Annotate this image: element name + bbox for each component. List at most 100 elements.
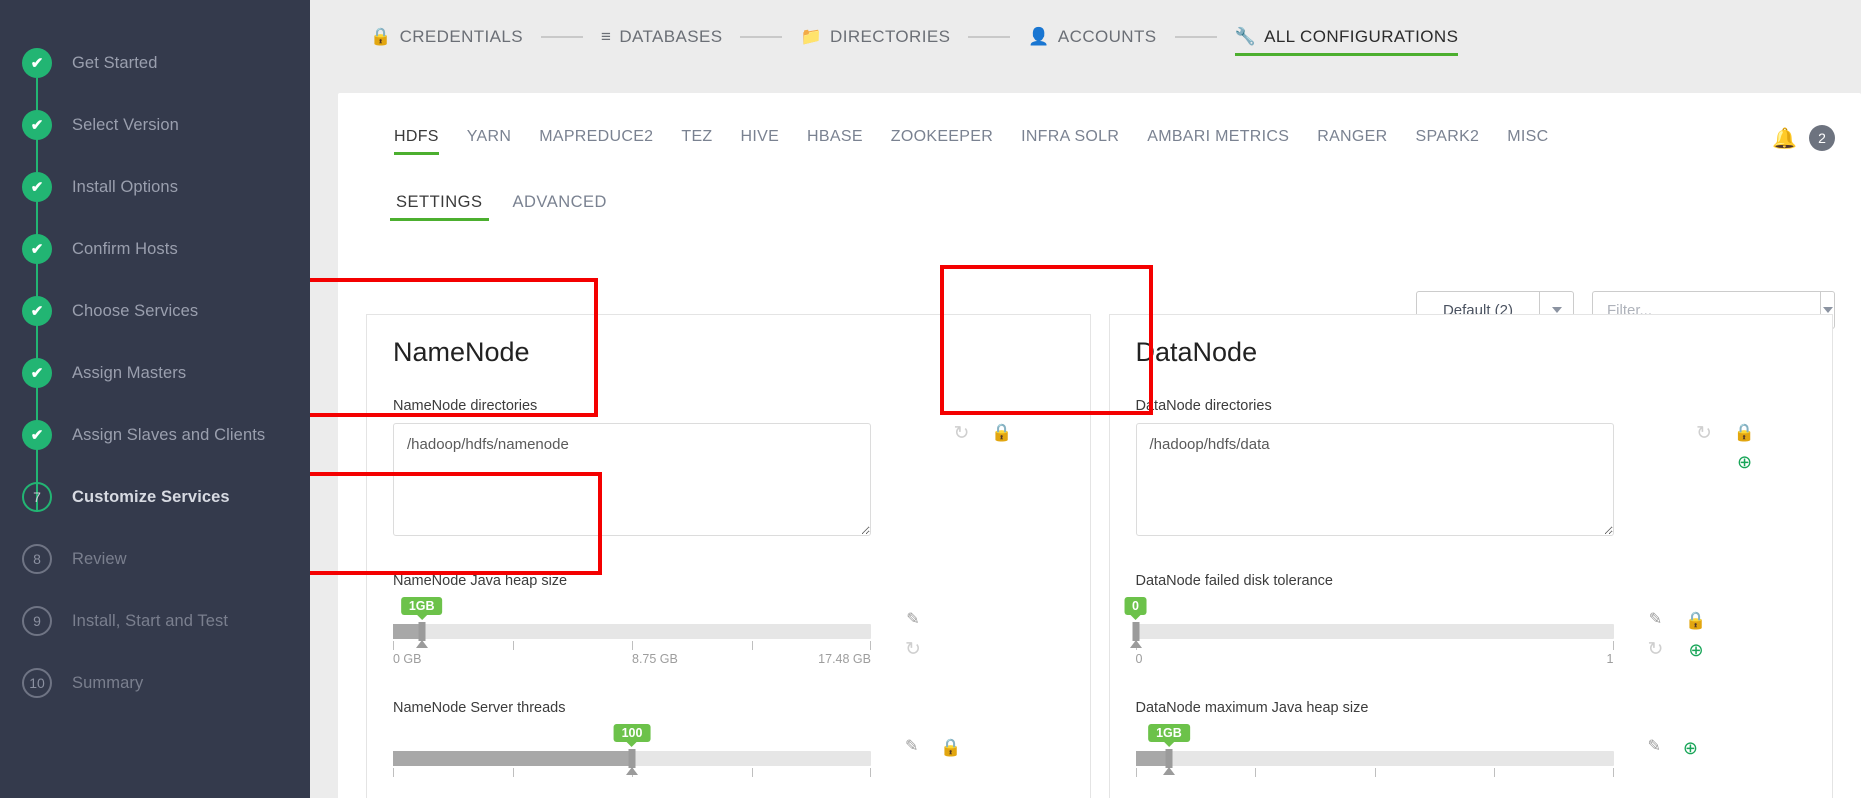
pencil-icon[interactable]: ✎ bbox=[905, 739, 918, 755]
slider-fill bbox=[393, 751, 632, 766]
wizard-step-install-options[interactable]: ✔ Install Options bbox=[0, 156, 310, 264]
service-tab-hdfs[interactable]: HDFS bbox=[394, 128, 439, 155]
slider-handle-arrow bbox=[1129, 640, 1142, 648]
check-icon: ✔ bbox=[22, 234, 52, 264]
breadcrumb-credentials[interactable]: 🔒 CREDENTIALS bbox=[370, 27, 523, 53]
config-field-label: DataNode directories bbox=[1135, 398, 1272, 414]
slider-control[interactable]: 100 bbox=[393, 724, 871, 777]
slider-tick bbox=[1374, 768, 1376, 777]
breadcrumb-directories[interactable]: 📁 DIRECTORIES bbox=[800, 27, 950, 53]
wizard-step-confirm-hosts[interactable]: ✔ Confirm Hosts bbox=[0, 218, 310, 326]
lock-blue-icon[interactable]: 🔒 bbox=[1685, 612, 1706, 629]
service-tab-hbase[interactable]: HBASE bbox=[807, 128, 863, 155]
plus-green-icon[interactable]: ⊕ bbox=[1737, 453, 1752, 471]
wizard-step-label: Review bbox=[72, 549, 127, 568]
config-field-label: NameNode Java heap size bbox=[393, 573, 568, 589]
pencil-icon[interactable]: ✎ bbox=[1648, 739, 1661, 755]
slider-track[interactable] bbox=[1135, 749, 1614, 777]
wizard-step-install-start-and-test[interactable]: 9 Install, Start and Test bbox=[0, 590, 310, 652]
slider-scale-label: 1 bbox=[1606, 652, 1614, 666]
step-number-badge: 9 bbox=[22, 606, 52, 636]
slider-tick bbox=[512, 768, 514, 777]
check-icon: ✔ bbox=[30, 116, 44, 134]
slider-control[interactable]: 1GB bbox=[1135, 724, 1614, 777]
slider-handle[interactable] bbox=[418, 622, 426, 641]
slider-tick bbox=[751, 641, 753, 650]
step-number-badge: 7 bbox=[22, 482, 52, 512]
directories-textarea[interactable] bbox=[393, 423, 871, 536]
wizard-step-label: Assign Slaves and Clients bbox=[72, 425, 266, 444]
wizard-step-label: Customize Services bbox=[72, 487, 230, 506]
pencil-icon[interactable]: ✎ bbox=[1649, 612, 1662, 628]
wizard-step-select-version[interactable]: ✔ Select Version bbox=[0, 94, 310, 202]
user-icon: 👤 bbox=[1028, 27, 1050, 46]
wizard-step-get-started[interactable]: ✔ Get Started bbox=[0, 32, 310, 140]
slider-control[interactable]: 001 bbox=[1124, 597, 1614, 668]
slider-handle[interactable] bbox=[1132, 622, 1139, 641]
icon-column: ✎ bbox=[1648, 739, 1661, 755]
lock-grey-icon[interactable]: 🔒 bbox=[940, 739, 961, 756]
directories-textarea[interactable] bbox=[1135, 423, 1614, 536]
service-tab-mapreduce2[interactable]: MAPREDUCE2 bbox=[539, 128, 653, 155]
slider-scale: 01 bbox=[1136, 652, 1614, 668]
wizard-step-label: Choose Services bbox=[72, 301, 199, 320]
wizard-step-summary[interactable]: 10 Summary bbox=[0, 652, 310, 714]
slider-handle[interactable] bbox=[628, 749, 636, 768]
pencil-icon[interactable]: ✎ bbox=[906, 612, 919, 628]
service-tab-hive[interactable]: HIVE bbox=[741, 128, 780, 155]
revert-icon[interactable]: ↻ bbox=[1696, 424, 1712, 443]
wizard-step-customize-services[interactable]: 7 Customize Services bbox=[0, 466, 310, 528]
service-tab-zookeeper[interactable]: ZOOKEEPER bbox=[891, 128, 993, 155]
wizard-step-assign-masters[interactable]: ✔ Assign Masters bbox=[0, 342, 310, 450]
slider-track[interactable] bbox=[393, 749, 871, 777]
breadcrumb-accounts[interactable]: 👤 ACCOUNTS bbox=[1028, 27, 1156, 53]
check-icon: ✔ bbox=[22, 296, 52, 326]
check-icon: ✔ bbox=[30, 54, 44, 72]
slider-track[interactable] bbox=[393, 622, 871, 650]
lock-blue-icon[interactable]: 🔒 bbox=[991, 424, 1012, 441]
tab-advanced[interactable]: ADVANCED bbox=[507, 193, 613, 221]
breadcrumb-label: DATABASES bbox=[619, 27, 723, 46]
revert-icon[interactable]: ↻ bbox=[905, 640, 921, 659]
slider-control[interactable]: 1GB 0 GB 8.75 GB 17.48 GB bbox=[393, 597, 871, 668]
slider-tick bbox=[632, 641, 633, 650]
service-tab-infra-solr[interactable]: INFRA SOLR bbox=[1021, 128, 1119, 155]
service-tab-ranger[interactable]: RANGER bbox=[1317, 128, 1387, 155]
check-icon: ✔ bbox=[22, 172, 52, 202]
wizard-step-assign-slaves-and-clients[interactable]: ✔ Assign Slaves and Clients bbox=[0, 404, 310, 512]
breadcrumb-databases[interactable]: ≡ DATABASES bbox=[601, 27, 722, 53]
tab-settings[interactable]: SETTINGS bbox=[390, 193, 489, 221]
wizard-step-label: Get Started bbox=[72, 53, 158, 72]
service-tab-tez[interactable]: TEZ bbox=[681, 128, 712, 155]
service-tab-ambari-metrics[interactable]: AMBARI METRICS bbox=[1147, 128, 1289, 155]
breadcrumb-separator bbox=[740, 36, 783, 38]
config-field-label: DataNode maximum Java heap size bbox=[1135, 700, 1369, 716]
step-number-badge: 10 bbox=[22, 668, 52, 698]
lock-blue-icon[interactable]: 🔒 bbox=[1734, 424, 1755, 441]
wizard-step-choose-services[interactable]: ✔ Choose Services bbox=[0, 280, 310, 388]
slider-tick bbox=[751, 768, 753, 777]
icon-column: ✎ bbox=[905, 739, 918, 755]
plus-green-icon[interactable]: ⊕ bbox=[1683, 739, 1698, 757]
slider-track[interactable] bbox=[1129, 622, 1614, 650]
slider-tick bbox=[1255, 768, 1256, 777]
alert-count-badge[interactable]: 2 bbox=[1809, 125, 1835, 151]
alert-area[interactable]: 🔔 2 bbox=[1772, 125, 1835, 151]
bell-icon[interactable]: 🔔 bbox=[1772, 126, 1797, 151]
wizard-step-review[interactable]: 8 Review bbox=[0, 528, 310, 590]
field-action-icons: ✎ ↻ 🔒 ⊕ bbox=[1614, 598, 1784, 668]
field-action-icons: ↻ 🔒 bbox=[920, 398, 1090, 541]
breadcrumb-separator bbox=[541, 36, 584, 38]
icon-column: ✎ ↻ bbox=[1648, 612, 1664, 660]
breadcrumb-all-configurations[interactable]: 🔧 ALL CONFIGURATIONS bbox=[1234, 27, 1459, 56]
service-tab-spark2[interactable]: SPARK2 bbox=[1415, 128, 1479, 155]
plus-green-icon[interactable]: ⊕ bbox=[1688, 641, 1703, 659]
service-tab-yarn[interactable]: YARN bbox=[467, 128, 511, 155]
revert-icon[interactable]: ↻ bbox=[954, 424, 970, 443]
revert-icon[interactable]: ↻ bbox=[1648, 640, 1664, 659]
service-tab-misc[interactable]: MISC bbox=[1507, 128, 1548, 155]
check-icon: ✔ bbox=[30, 240, 44, 258]
config-field-label: DataNode failed disk tolerance bbox=[1135, 573, 1333, 589]
slider-handle[interactable] bbox=[1165, 749, 1173, 768]
breadcrumb-label: ACCOUNTS bbox=[1057, 27, 1157, 46]
